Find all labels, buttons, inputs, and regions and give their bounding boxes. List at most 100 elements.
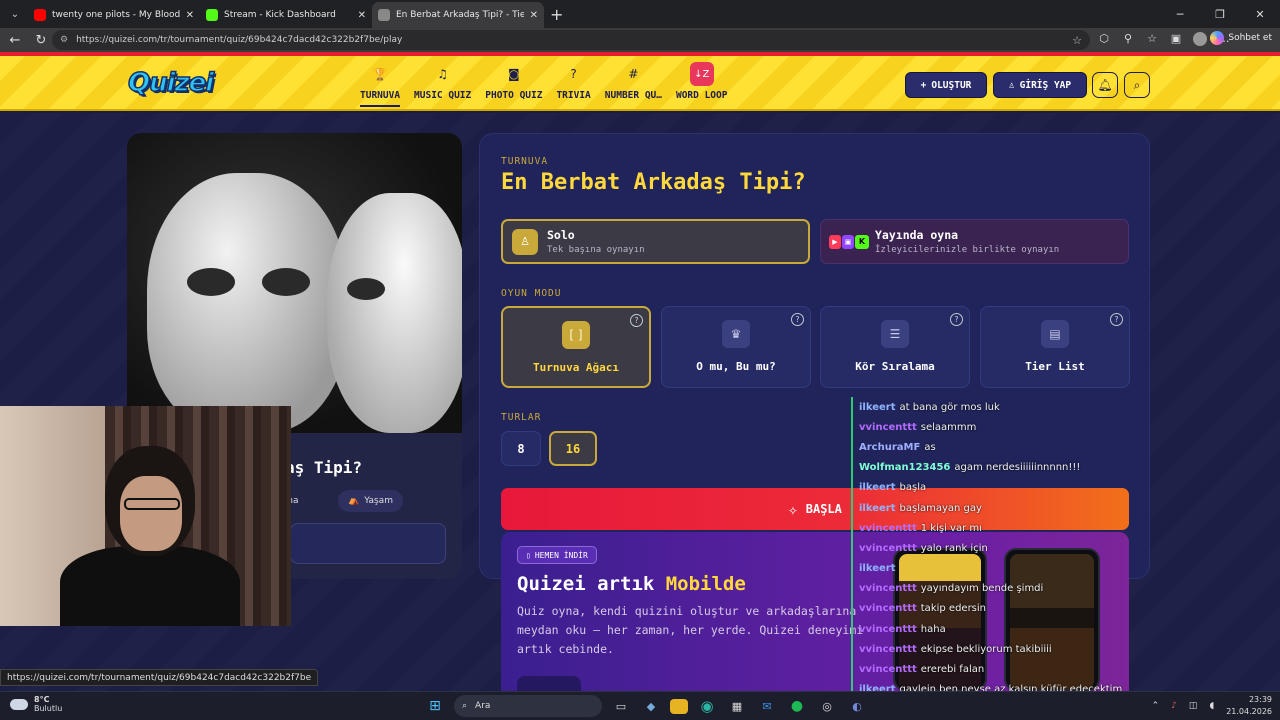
link-status-bar: https://quizei.com/tr/tournament/quiz/69… <box>0 669 319 686</box>
webcam-overlay <box>0 406 291 626</box>
extension-icon[interactable]: ⬡ <box>1096 32 1112 48</box>
chat-message: vvincenttt ererebi falan <box>851 659 1131 680</box>
bookmark-star-icon[interactable]: ☆ <box>1072 34 1082 47</box>
chat-username[interactable]: ArchuraMF <box>859 442 920 453</box>
store-icon[interactable]: ▦ <box>726 695 748 717</box>
obs-icon[interactable]: ◎ <box>816 695 838 717</box>
login-button[interactable]: ♙ GİRİŞ YAP <box>993 72 1087 98</box>
login-label: GİRİŞ YAP <box>1019 79 1072 91</box>
reload-icon[interactable]: ↻ <box>30 33 52 48</box>
collections-icon[interactable]: ▣ <box>1168 32 1184 48</box>
help-icon[interactable]: ? <box>791 313 804 326</box>
download-badge: ▯ HEMEN İNDİR <box>517 546 597 564</box>
chat-message: vvincenttt yayındayım bende şimdi <box>851 578 1131 599</box>
spotify-icon[interactable]: ● <box>786 695 808 717</box>
help-icon[interactable]: ? <box>950 313 963 326</box>
edge-browser-icon[interactable]: ◉ <box>696 695 718 717</box>
back-arrow-icon[interactable]: ← <box>4 33 26 48</box>
mode-turnuva-agaci[interactable]: [ ] Turnuva Ağacı ? <box>501 306 651 388</box>
chat-username[interactable]: vvincenttt <box>859 422 917 433</box>
chat-username[interactable]: vvincenttt <box>859 583 917 594</box>
chat-text: başlamayan gay <box>899 502 982 514</box>
nav-turnuva[interactable]: 🏆 TURNUVA <box>360 66 401 107</box>
chat-text: yalo rank için <box>920 542 988 554</box>
promo-title: Quizei artık Mobilde <box>517 573 746 595</box>
round-option-8[interactable]: 8 <box>501 431 541 466</box>
notifications-bell-icon[interactable]: 🔔︎ <box>1092 72 1118 98</box>
chat-message: vvincenttt takip edersin <box>851 598 1131 620</box>
solo-option[interactable]: ♙ Solo Tek başına oynayın <box>501 219 810 264</box>
chat-text: takip edersin <box>920 603 986 615</box>
new-tab-button[interactable]: + <box>550 5 563 24</box>
quizei-favicon-icon <box>378 9 390 21</box>
mode-label: O mu, Bu mu? <box>696 360 776 373</box>
chat-username[interactable]: ilkeert <box>859 482 896 493</box>
mode-o-mu-bu-mu[interactable]: ♛ O mu, Bu mu? ? <box>661 306 811 388</box>
nav-word-loop[interactable]: ↓Z WORD LOOP <box>676 62 727 107</box>
nav-photo-quiz[interactable]: ◙ PHOTO QUIZ <box>485 66 542 107</box>
emoji-icon: ⛺ <box>348 496 360 506</box>
close-window-icon[interactable]: ✕ <box>1240 8 1280 21</box>
browser-tab-quizei[interactable]: En Berbat Arkadaş Tipi? - Tier List, ✕ <box>372 2 544 28</box>
puzzle-icon[interactable]: ⚲ <box>1120 32 1136 48</box>
chat-username[interactable]: ilkeert <box>859 503 896 514</box>
mode-tier-list[interactable]: ▤ Tier List ? <box>980 306 1130 388</box>
mode-kor-siralama[interactable]: ☰ Kör Sıralama ? <box>820 306 970 388</box>
system-clock[interactable]: 23:39 21.04.2026 <box>1226 694 1272 718</box>
mail-icon[interactable]: ✉ <box>756 695 778 717</box>
copilot-label: Sohbet et <box>1228 33 1272 43</box>
chat-username[interactable]: ilkeert <box>859 563 896 574</box>
help-icon[interactable]: ? <box>630 314 643 327</box>
file-explorer-icon[interactable] <box>670 698 688 714</box>
chat-username[interactable]: Wolfman123456 <box>859 462 950 473</box>
minimize-icon[interactable]: ─ <box>1160 8 1200 21</box>
weather-widget[interactable]: 8°C Bulutlu <box>10 695 62 713</box>
chat-username[interactable]: vvincenttt <box>859 644 917 655</box>
network-icon[interactable]: ◫ <box>1189 701 1198 711</box>
site-info-icon[interactable]: ⚙ <box>60 35 68 45</box>
discord-icon[interactable]: ◐ <box>846 695 868 717</box>
search-icon[interactable]: ⌕ <box>1124 72 1150 98</box>
white-mask-shape <box>327 193 462 433</box>
nav-trivia[interactable]: ? TRIVIA <box>556 66 590 107</box>
copilot-button[interactable]: Sohbet et <box>1210 31 1272 45</box>
volume-icon[interactable]: ◖ <box>1209 701 1214 711</box>
taskbar-search[interactable]: ⌕ Ara <box>454 695 602 717</box>
close-tab-icon[interactable]: ✕ <box>186 10 194 21</box>
url-bar[interactable]: ⚙ https://quizei.com/tr/tournament/quiz/… <box>52 30 1090 50</box>
create-button[interactable]: + OLUŞTUR <box>905 72 987 98</box>
cloud-icon <box>10 698 28 710</box>
favorites-icon[interactable]: ☆ <box>1144 32 1160 48</box>
mode-label: Turnuva Ağacı <box>532 361 620 374</box>
task-view-icon[interactable]: ▭ <box>610 695 632 717</box>
copilot-icon <box>1210 31 1225 45</box>
chat-username[interactable]: vvincenttt <box>859 543 917 554</box>
chat-message: ilkeert başlamayan gay <box>851 497 1131 519</box>
browser-tab-kick[interactable]: Stream - Kick Dashboard ✕ <box>200 2 372 28</box>
chat-username[interactable]: ilkeert <box>859 402 896 413</box>
quizei-logo[interactable]: Quizei <box>127 67 215 99</box>
microphone-icon[interactable]: ♪ <box>1171 701 1177 711</box>
nav-number-quiz[interactable]: # NUMBER QU… <box>605 66 662 107</box>
help-icon[interactable]: ? <box>1110 313 1123 326</box>
close-tab-icon[interactable]: ✕ <box>358 10 366 21</box>
chevron-up-icon[interactable]: ⌃ <box>1152 701 1160 711</box>
close-tab-icon[interactable]: ✕ <box>530 10 538 21</box>
profile-avatar[interactable] <box>1192 32 1208 48</box>
stream-option[interactable]: ▶ ▣ K Yayında oyna İzleyicilerinizle bir… <box>820 219 1129 264</box>
chat-username[interactable]: vvincenttt <box>859 624 917 635</box>
nav-music-quiz[interactable]: ♫ MUSIC QUIZ <box>414 66 471 107</box>
tab-actions-menu-button[interactable]: ⌄ <box>2 3 28 25</box>
copilot-app-icon[interactable]: ◆ <box>640 695 662 717</box>
help-bubble-icon: ? <box>570 67 577 81</box>
chat-text: başla <box>899 482 927 494</box>
windows-start-icon[interactable]: ⊞ <box>424 695 446 717</box>
browser-tab-youtube[interactable]: twenty one pilots - My Blood (Offi ✕ <box>28 2 200 28</box>
chat-username[interactable]: vvincenttt <box>859 523 917 534</box>
promo-download-button[interactable] <box>517 676 581 691</box>
chat-username[interactable]: vvincenttt <box>859 664 917 675</box>
restore-icon[interactable]: ❐ <box>1200 8 1240 21</box>
chat-username[interactable]: vvincenttt <box>859 603 917 614</box>
round-option-16[interactable]: 16 <box>549 431 597 466</box>
nav-label: TURNUVA <box>360 90 401 107</box>
